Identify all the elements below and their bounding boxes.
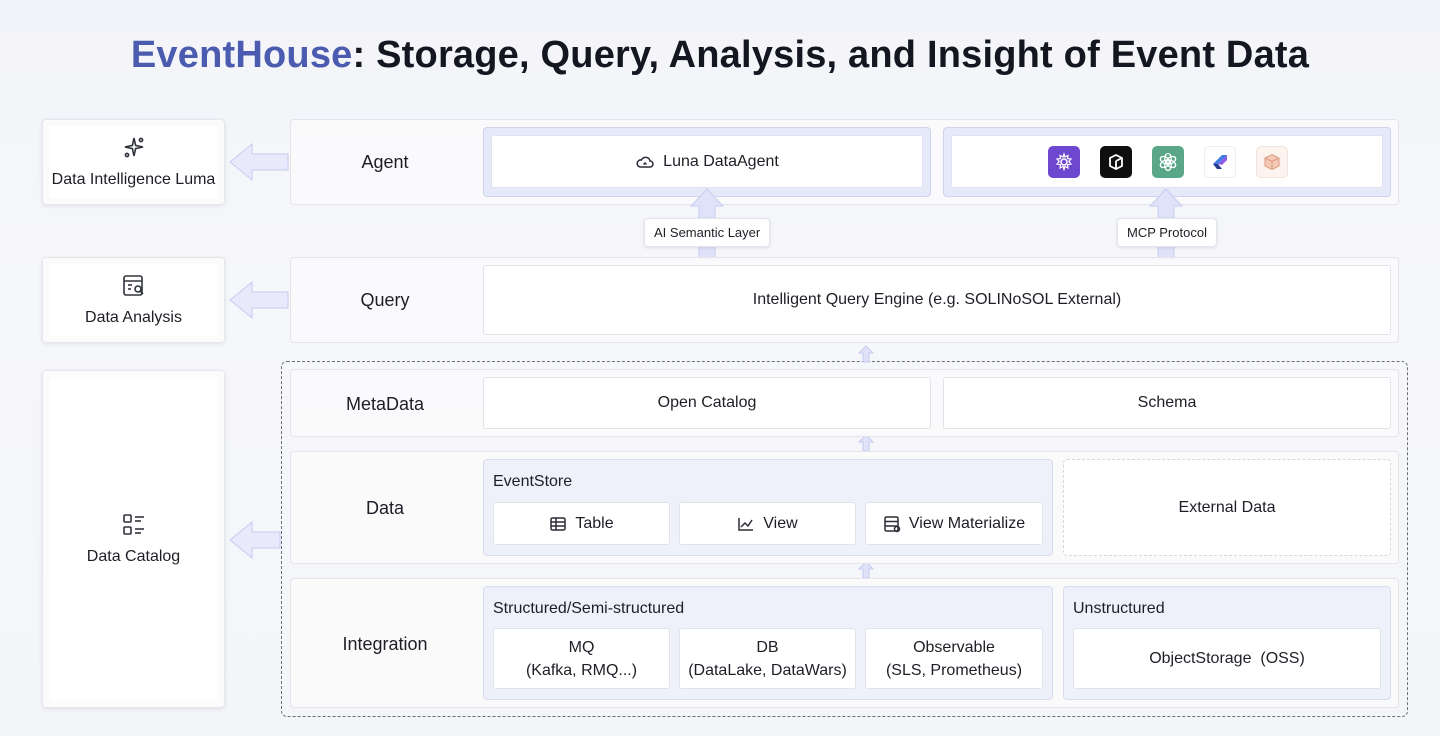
report-search-icon — [122, 275, 144, 296]
arrow-to-catalog — [228, 520, 282, 560]
view-materialize-label: View Materialize — [908, 514, 1026, 532]
sparkle-icon — [124, 137, 143, 158]
kite-blue-icon[interactable] — [1204, 145, 1236, 178]
openai-green-icon[interactable] — [1152, 145, 1184, 178]
schema-label: Schema — [1137, 394, 1197, 411]
mcp-protocol-chip: MCP Protocol — [1117, 218, 1217, 247]
query-engine-label: Intelligent Query Engine (e.g. SOLINoSOL… — [752, 291, 1122, 308]
arrow-to-luma — [228, 142, 290, 182]
tools-box — [951, 135, 1383, 188]
cloud-agent-icon — [635, 152, 655, 172]
table-icon — [549, 515, 567, 533]
capability-analysis-label: Data Analysis — [85, 309, 182, 326]
mq-detail: (Kafka, RMQ...) — [525, 661, 638, 679]
eventstore-title: EventStore — [493, 473, 573, 490]
luna-dataagent-box[interactable]: Luna DataAgent — [491, 135, 923, 188]
schema-box[interactable]: Schema — [943, 377, 1391, 429]
layer-agent-label: Agent — [361, 152, 409, 172]
layer-query-label: Query — [360, 290, 410, 310]
ai-semantic-layer-chip: AI Semantic Layer — [644, 218, 771, 247]
layer-metadata-label: MetaData — [345, 394, 425, 414]
capability-luma-card: Data Intelligence Luma — [42, 119, 225, 205]
line-chart-icon — [737, 515, 755, 533]
object-storage-box[interactable]: ObjectStorage (OSS) — [1073, 628, 1381, 689]
structured-title: Structured/Semi-structured — [493, 600, 685, 617]
capability-catalog-label: Data Catalog — [86, 548, 181, 565]
capability-catalog-card: Data Catalog — [42, 370, 225, 708]
table-box[interactable]: Table — [493, 502, 670, 545]
title-rest: : Storage, Query, Analysis, and Insight … — [352, 34, 1310, 76]
capability-luma-label: Data Intelligence Luma — [51, 171, 216, 188]
open-catalog-box[interactable]: Open Catalog — [483, 377, 931, 429]
cube-black-icon[interactable] — [1100, 145, 1132, 178]
external-data-label: External Data — [1178, 498, 1276, 516]
db-box[interactable]: DB (DataLake, DataWars) — [679, 628, 856, 689]
open-catalog-label: Open Catalog — [657, 394, 757, 411]
arrow-up-metadata-to-query — [857, 345, 875, 368]
external-data-box[interactable]: External Data — [1063, 459, 1391, 556]
layer-data-label: Data — [365, 498, 405, 518]
object-storage-label: ObjectStorage (OSS) — [1149, 649, 1305, 667]
mq-box[interactable]: MQ (Kafka, RMQ...) — [493, 628, 670, 689]
observable-name: Observable — [913, 638, 995, 656]
layer-integration-label: Integration — [342, 634, 428, 654]
view-label: View — [763, 514, 798, 532]
table-label: Table — [575, 514, 614, 532]
database-list-icon — [883, 515, 901, 533]
gear-purple-icon[interactable] — [1048, 145, 1080, 178]
capability-analysis-card: Data Analysis — [42, 257, 225, 343]
observable-box[interactable]: Observable (SLS, Prometheus) — [865, 628, 1043, 689]
title-brand: EventHouse — [130, 34, 353, 76]
page-title: EventHouse: Storage, Query, Analysis, an… — [0, 34, 1440, 77]
mq-name: MQ — [568, 638, 595, 656]
observable-detail: (SLS, Prometheus) — [885, 661, 1023, 679]
luna-dataagent-label: Luna DataAgent — [663, 152, 779, 170]
arrow-to-analysis — [228, 280, 290, 320]
view-materialize-box[interactable]: View Materialize — [865, 502, 1043, 545]
db-name: DB — [756, 638, 779, 656]
db-detail: (DataLake, DataWars) — [688, 661, 847, 679]
catalog-list-icon — [122, 514, 144, 535]
query-engine-box[interactable]: Intelligent Query Engine (e.g. SOLINoSOL… — [483, 265, 1391, 335]
package-peach-icon[interactable] — [1256, 145, 1288, 178]
unstructured-title: Unstructured — [1073, 600, 1165, 617]
view-box[interactable]: View — [679, 502, 856, 545]
